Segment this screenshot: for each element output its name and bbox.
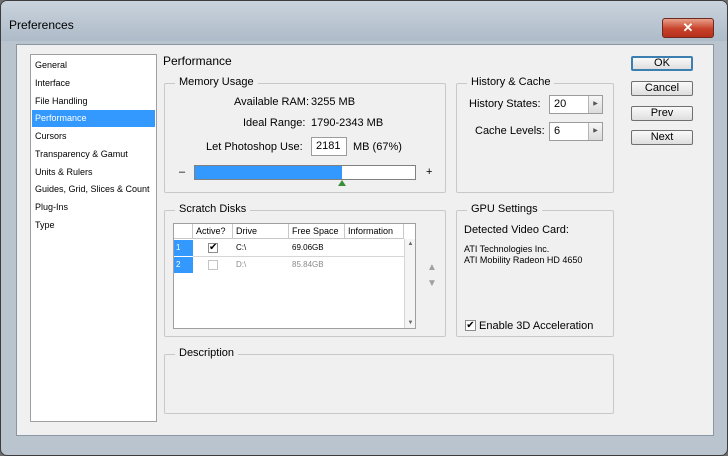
table-row-number[interactable]: 1 xyxy=(174,240,193,256)
let-photoshop-use-label: Let Photoshop Use: xyxy=(206,141,303,153)
column-header-active[interactable]: Active? xyxy=(193,224,233,239)
scratch-disks-table[interactable]: Active? Drive Free Space Information 1 ✔… xyxy=(173,223,416,329)
memory-usage-label: Memory Usage xyxy=(175,76,258,88)
cache-levels-stepper[interactable]: 6 ▶ xyxy=(549,122,603,141)
sidebar-item-type[interactable]: Type xyxy=(32,217,155,234)
history-states-value: 20 xyxy=(554,98,567,110)
scratch-disks-label: Scratch Disks xyxy=(175,203,251,215)
gpu-settings-label: GPU Settings xyxy=(467,203,542,215)
cache-levels-value: 6 xyxy=(554,125,561,137)
memory-slider-fill xyxy=(195,166,343,179)
active-checkbox[interactable]: ✔ xyxy=(208,243,218,253)
close-icon: ✕ xyxy=(682,20,694,35)
history-states-label: History States: xyxy=(469,98,541,110)
free-space-cell: 85.84GB xyxy=(292,260,324,269)
move-down-icon[interactable]: ▼ xyxy=(427,278,437,289)
sidebar-item-interface[interactable]: Interface xyxy=(32,75,155,92)
preferences-window: Preferences ✕ General Interface File Han… xyxy=(0,0,728,456)
prev-button[interactable]: Prev xyxy=(631,106,693,121)
title-bar[interactable]: Preferences ✕ xyxy=(1,1,727,41)
active-checkbox[interactable] xyxy=(208,260,218,270)
available-ram-label: Available RAM: xyxy=(234,96,309,108)
ideal-range-value: 1790-2343 MB xyxy=(311,117,384,129)
memory-percent-label: MB (67%) xyxy=(353,141,402,153)
stepper-arrow-icon[interactable]: ▶ xyxy=(588,123,602,140)
column-header-drive[interactable]: Drive xyxy=(233,224,289,239)
memory-slider[interactable] xyxy=(194,165,416,180)
slider-plus-icon: + xyxy=(426,166,433,178)
memory-usage-input[interactable]: 2181 xyxy=(311,137,347,156)
sidebar-item-units-rulers[interactable]: Units & Rulers xyxy=(32,164,155,181)
sidebar-item-performance[interactable]: Performance xyxy=(32,110,155,127)
sidebar-item-plug-ins[interactable]: Plug-Ins xyxy=(32,199,155,216)
section-title: Performance xyxy=(163,54,232,68)
ok-button[interactable]: OK xyxy=(631,56,693,71)
free-space-cell: 69.06GB xyxy=(292,243,324,252)
available-ram-value: 3255 MB xyxy=(311,96,356,108)
enable-3d-acceleration-checkbox[interactable]: ✔ xyxy=(465,320,476,331)
sidebar-item-cursors[interactable]: Cursors xyxy=(32,128,155,145)
description-label: Description xyxy=(175,347,239,359)
video-card-model: ATI Mobility Radeon HD 4650 xyxy=(464,255,583,265)
slider-minus-icon: – xyxy=(179,166,186,178)
history-states-stepper[interactable]: 20 ▶ xyxy=(549,95,603,114)
dialog-body: General Interface File Handling Performa… xyxy=(16,44,714,436)
drive-cell: D:\ xyxy=(236,260,247,269)
window-title: Preferences xyxy=(9,18,74,32)
ideal-range-label: Ideal Range: xyxy=(243,117,306,129)
column-header-free-space[interactable]: Free Space xyxy=(289,224,345,239)
next-button[interactable]: Next xyxy=(631,130,693,145)
memory-slider-thumb[interactable] xyxy=(338,180,347,186)
cache-levels-label: Cache Levels: xyxy=(475,125,545,137)
category-list[interactable]: General Interface File Handling Performa… xyxy=(30,54,157,422)
enable-3d-acceleration-label[interactable]: Enable 3D Acceleration xyxy=(479,320,593,332)
sidebar-item-transparency-gamut[interactable]: Transparency & Gamut xyxy=(32,146,155,163)
description-group: Description xyxy=(164,347,614,414)
table-scrollbar[interactable]: ▲ ▼ xyxy=(404,239,415,328)
close-button[interactable]: ✕ xyxy=(662,18,714,38)
scroll-down-icon[interactable]: ▼ xyxy=(406,320,415,326)
stepper-arrow-icon[interactable]: ▶ xyxy=(588,96,602,113)
move-up-icon[interactable]: ▲ xyxy=(427,262,437,273)
history-cache-label: History & Cache xyxy=(467,76,555,88)
checkmark-icon: ✔ xyxy=(209,242,218,253)
column-header-index xyxy=(174,224,193,239)
column-header-information[interactable]: Information xyxy=(345,224,404,239)
detected-video-card-label: Detected Video Card: xyxy=(464,224,569,236)
video-card-vendor: ATI Technologies Inc. xyxy=(464,244,550,254)
drive-cell: C:\ xyxy=(236,243,247,252)
table-row-number[interactable]: 2 xyxy=(174,257,193,273)
sidebar-item-file-handling[interactable]: File Handling xyxy=(32,93,155,110)
scroll-up-icon[interactable]: ▲ xyxy=(406,241,415,247)
sidebar-item-general[interactable]: General xyxy=(32,57,155,74)
cancel-button[interactable]: Cancel xyxy=(631,81,693,96)
sidebar-item-guides-grid[interactable]: Guides, Grid, Slices & Count xyxy=(32,181,155,198)
checkmark-icon: ✔ xyxy=(466,320,475,331)
